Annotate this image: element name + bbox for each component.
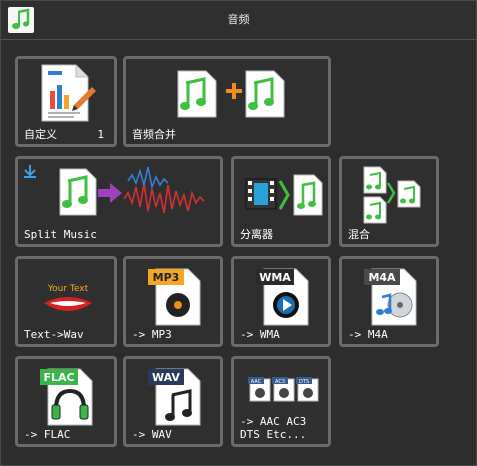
wma-file-icon: WMA [256, 268, 309, 326]
mix-label: 混合 [348, 228, 370, 241]
split-music-label: Split Music [24, 228, 97, 241]
text-to-wav-label: Text->Wav [24, 328, 84, 341]
split-waveform-icon [59, 166, 205, 216]
to-mp3-tile[interactable]: MP3 -> MP3 [123, 256, 223, 347]
report-document-icon [41, 64, 96, 122]
app-window: 音频 自定义 1 音频合并 Split Music 分离器 混合 Your Te… [0, 0, 477, 466]
text-to-wav-tile[interactable]: Your Text Text->Wav [15, 256, 117, 347]
to-m4a-label: -> M4A [348, 328, 388, 341]
wav-badge: WAV [152, 371, 180, 384]
mix-tile[interactable]: 混合 [339, 156, 439, 247]
lips-icon: Your Text [44, 284, 92, 311]
to-mp3-label: -> MP3 [132, 328, 172, 341]
to-wav-tile[interactable]: WAV -> WAV [123, 356, 223, 447]
custom-tile[interactable]: 自定义 1 [15, 56, 117, 147]
audio-merge-tile[interactable]: 音频合并 [123, 56, 331, 147]
separator-label: 分离器 [240, 228, 273, 241]
mp3-file-icon: MP3 [148, 268, 201, 326]
film-to-audio-icon [245, 174, 323, 216]
to-wma-label: -> WMA [240, 328, 280, 341]
to-m4a-tile[interactable]: M4A -> M4A [339, 256, 439, 347]
wma-badge: WMA [259, 271, 291, 284]
to-other-formats-label: -> AAC AC3 DTS Etc... [240, 415, 307, 441]
your-text-caption: Your Text [47, 284, 89, 294]
wav-file-icon: WAV [148, 368, 201, 426]
dts-badge: DTS [299, 379, 309, 385]
to-other-formats-tile[interactable]: AAC AC3 DTS -> AAC AC3 DTS Etc... [231, 356, 331, 447]
flac-file-icon: FLAC [40, 368, 93, 426]
custom-count: 1 [97, 128, 104, 141]
to-wma-tile[interactable]: WMA -> WMA [231, 256, 331, 347]
to-flac-label: -> FLAC [24, 428, 71, 441]
multi-format-icon: AAC AC3 DTS [248, 377, 319, 402]
ac3-badge: AC3 [275, 379, 285, 385]
to-flac-tile[interactable]: FLAC -> FLAC [15, 356, 117, 447]
m4a-badge: M4A [368, 271, 396, 284]
separator-tile[interactable]: 分离器 [231, 156, 331, 247]
mix-notes-icon [363, 166, 421, 224]
split-music-tile[interactable]: Split Music [15, 156, 223, 247]
title-bar: 音频 [1, 1, 476, 40]
audio-merge-label: 音频合并 [132, 128, 176, 141]
mp3-badge: MP3 [153, 271, 180, 284]
download-icon [24, 165, 36, 178]
aac-badge: AAC [251, 379, 262, 385]
m4a-file-icon: M4A [364, 268, 417, 326]
flac-badge: FLAC [43, 371, 74, 384]
window-title: 音频 [227, 13, 250, 26]
merge-notes-icon [177, 70, 285, 118]
to-wav-label: -> WAV [132, 428, 172, 441]
